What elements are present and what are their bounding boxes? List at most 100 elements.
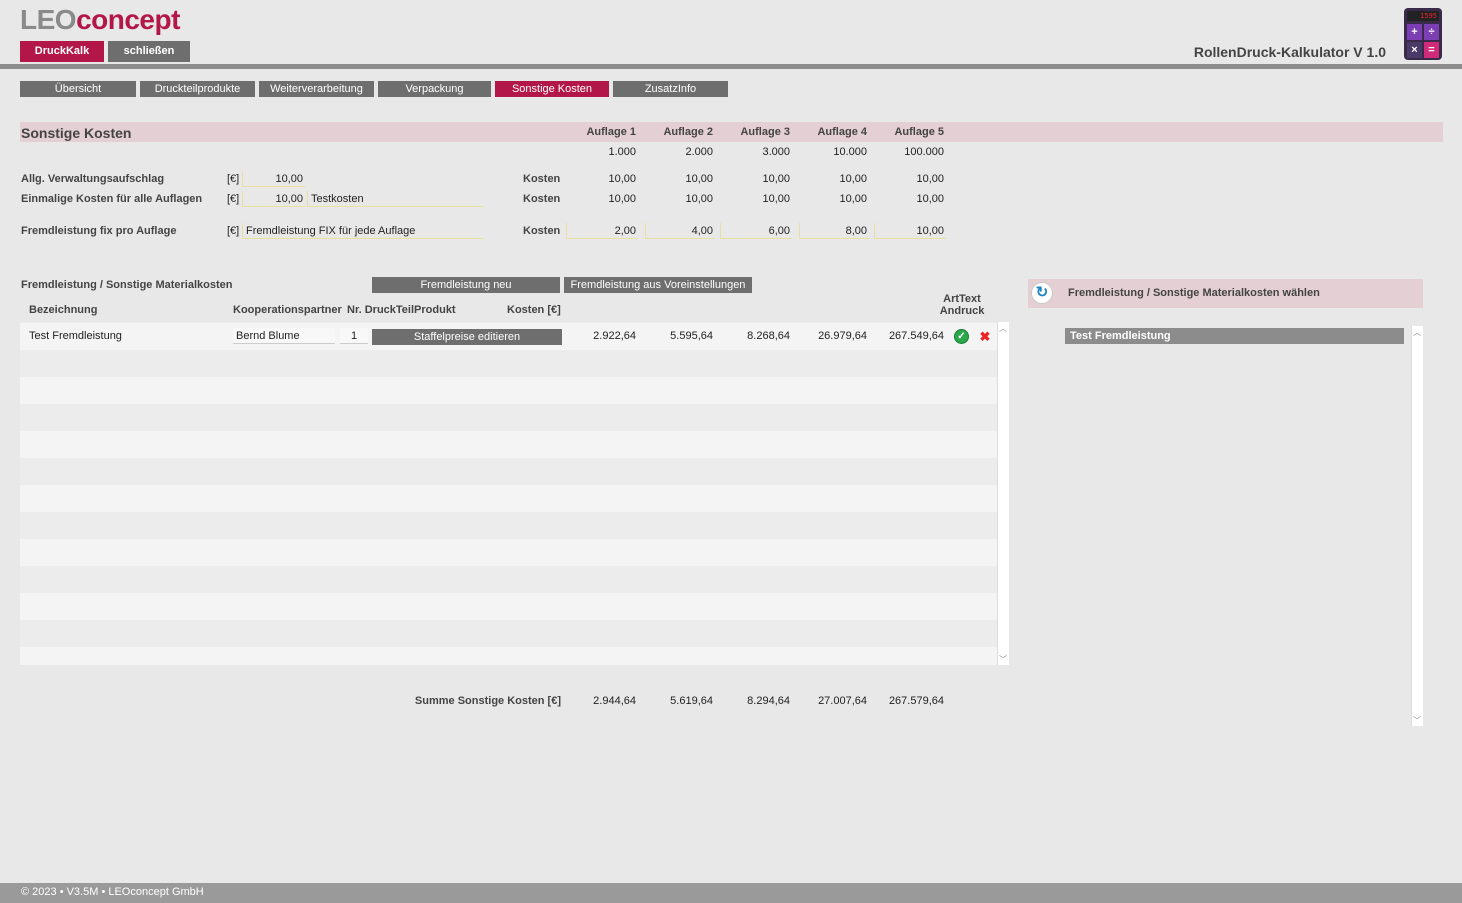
chevron-up-icon[interactable]: ︿	[997, 323, 1009, 334]
col-partner: Kooperationspartner	[233, 304, 342, 316]
fremd-fix-text-input[interactable]: Fremdleistung FIX für jede Auflage	[242, 223, 484, 239]
row-partner-field[interactable]: Bernd Blume	[233, 328, 335, 344]
sum-label: Summe Sonstige Kosten [€]	[414, 695, 561, 707]
fremd-fix-input-3[interactable]: 6,00	[720, 223, 792, 239]
tab-sonstige-kosten[interactable]: Sonstige Kosten	[495, 81, 609, 97]
logo-concept: concept	[76, 4, 180, 35]
einmalig-value: 10,00	[685, 193, 713, 205]
verwaltung-unit: [€]	[227, 173, 240, 185]
row-value: 267.549,64	[888, 330, 944, 342]
tab-uebersicht[interactable]: Übersicht	[20, 81, 136, 97]
sum-value: 267.579,64	[888, 695, 944, 707]
row-nr-field[interactable]: 1	[340, 328, 368, 344]
verwaltung-value: 10,00	[608, 173, 636, 185]
right-panel-scrollbar[interactable]	[1411, 326, 1423, 726]
einmalig-input[interactable]: 10,00	[242, 191, 305, 207]
table-row-empty	[20, 431, 997, 458]
col-bezeichnung: Bezeichnung	[29, 304, 98, 316]
right-panel-title: Fremdleistung / Sonstige Materialkosten …	[1068, 287, 1320, 299]
auflage-header: Auflage 2	[663, 126, 713, 138]
fremdleistung-neu-button[interactable]: Fremdleistung neu	[372, 277, 560, 293]
auflage-value: 1.000	[608, 146, 636, 158]
times-icon: ×	[1407, 42, 1422, 58]
sum-value: 2.944,64	[593, 695, 636, 707]
delete-icon[interactable]: ✖	[978, 330, 992, 344]
verwaltung-kosten-label: Kosten	[523, 173, 561, 185]
verwaltung-value: 10,00	[916, 173, 944, 185]
col-kosten: Kosten [€]	[507, 304, 561, 316]
logo: LEOconcept	[20, 4, 180, 36]
table-scrollbar[interactable]	[997, 322, 1009, 665]
fremdleistung-voreinstellungen-button[interactable]: Fremdleistung aus Voreinstellungen	[564, 277, 752, 293]
verwaltung-input[interactable]: 10,00	[242, 171, 305, 187]
section-title: Sonstige Kosten	[21, 125, 132, 141]
col-arttext: ArtText	[943, 293, 981, 305]
einmalig-unit: [€]	[227, 193, 240, 205]
fremd-fix-unit: [€]	[227, 225, 240, 237]
einmalig-value: 10,00	[839, 193, 867, 205]
tab-weiterverarbeitung[interactable]: Weiterverarbeitung	[259, 81, 374, 97]
auflage-header: Auflage 1	[586, 126, 636, 138]
table-row-empty	[20, 539, 997, 566]
einmalig-label: Einmalige Kosten für alle Auflagen	[21, 193, 203, 205]
table-row-empty	[20, 485, 997, 512]
verwaltung-value: 10,00	[762, 173, 790, 185]
tab-verpackung[interactable]: Verpackung	[378, 81, 491, 97]
auflage-header: Auflage 3	[740, 126, 790, 138]
fremd-fix-input-4[interactable]: 8,00	[799, 223, 869, 239]
logo-leo: LEO	[20, 4, 77, 35]
row-value: 26.979,64	[818, 330, 867, 342]
druckkalk-button[interactable]: DruckKalk	[20, 41, 104, 62]
calculator-display: 1595	[1407, 11, 1439, 21]
tab-druckteilprodukte[interactable]: Druckteilprodukte	[140, 81, 255, 97]
table-row-empty	[20, 647, 997, 665]
einmalig-value: 10,00	[608, 193, 636, 205]
verwaltung-label: Allg. Verwaltungsaufschlag	[21, 173, 165, 185]
chevron-down-icon[interactable]: ﹀	[997, 654, 1009, 665]
verwaltung-value: 10,00	[685, 173, 713, 185]
header-divider	[0, 64, 1462, 69]
chevron-up-icon[interactable]: ︿	[1411, 327, 1423, 338]
row-bezeichnung: Test Fremdleistung	[29, 330, 122, 342]
auflage-value: 3.000	[762, 146, 790, 158]
einmalig-value: 10,00	[916, 193, 944, 205]
sum-value: 8.294,64	[747, 695, 790, 707]
fremd-fix-label: Fremdleistung fix pro Auflage	[21, 225, 177, 237]
fremd-fix-input-5[interactable]: 10,00	[874, 223, 946, 239]
sum-value: 5.619,64	[670, 695, 713, 707]
table-row-empty	[20, 593, 997, 620]
staffelpreise-editieren-button[interactable]: Staffelpreise editieren	[372, 329, 562, 345]
chevron-down-icon[interactable]: ﹀	[1411, 715, 1423, 726]
app-title: RollenDruck-Kalkulator V 1.0	[1193, 44, 1386, 60]
table-row-empty	[20, 377, 997, 404]
fremd-fix-kosten-label: Kosten	[523, 225, 561, 237]
row-value: 8.268,64	[747, 330, 790, 342]
equals-icon: =	[1424, 42, 1439, 58]
fremd-fix-input-1[interactable]: 2,00	[566, 223, 638, 239]
auflage-header: Auflage 5	[894, 126, 944, 138]
list-item[interactable]: Test Fremdleistung	[1065, 328, 1404, 344]
einmalig-value: 10,00	[762, 193, 790, 205]
einmalig-text-input[interactable]: Testkosten	[307, 191, 484, 207]
divide-icon: ÷	[1424, 24, 1439, 40]
fremd-table-title: Fremdleistung / Sonstige Materialkosten	[21, 279, 233, 291]
auflage-header: Auflage 4	[817, 126, 867, 138]
fremd-fix-input-2[interactable]: 4,00	[645, 223, 715, 239]
arttext-check-icon[interactable]: ✓	[954, 329, 969, 344]
plus-icon: +	[1407, 24, 1422, 40]
refresh-icon[interactable]: ↻	[1031, 282, 1053, 304]
footer: © 2023 • V3.5M • LEOconcept GmbH	[0, 883, 1462, 903]
row-value: 2.922,64	[593, 330, 636, 342]
sum-value: 27.007,64	[818, 695, 867, 707]
auflage-value: 2.000	[685, 146, 713, 158]
verwaltung-value: 10,00	[839, 173, 867, 185]
row-value: 5.595,64	[670, 330, 713, 342]
auflage-value: 10.000	[833, 146, 867, 158]
col-andruck: Andruck	[939, 305, 985, 317]
col-nr: Nr. DruckTeilProdukt	[347, 304, 456, 316]
tab-zusatzinfo[interactable]: ZusatzInfo	[613, 81, 728, 97]
schliessen-button[interactable]: schließen	[108, 41, 190, 62]
auflage-value: 100.000	[904, 146, 944, 158]
right-panel-list	[1064, 326, 1411, 726]
calculator-icon[interactable]: 1595 + ÷ × =	[1404, 8, 1442, 60]
